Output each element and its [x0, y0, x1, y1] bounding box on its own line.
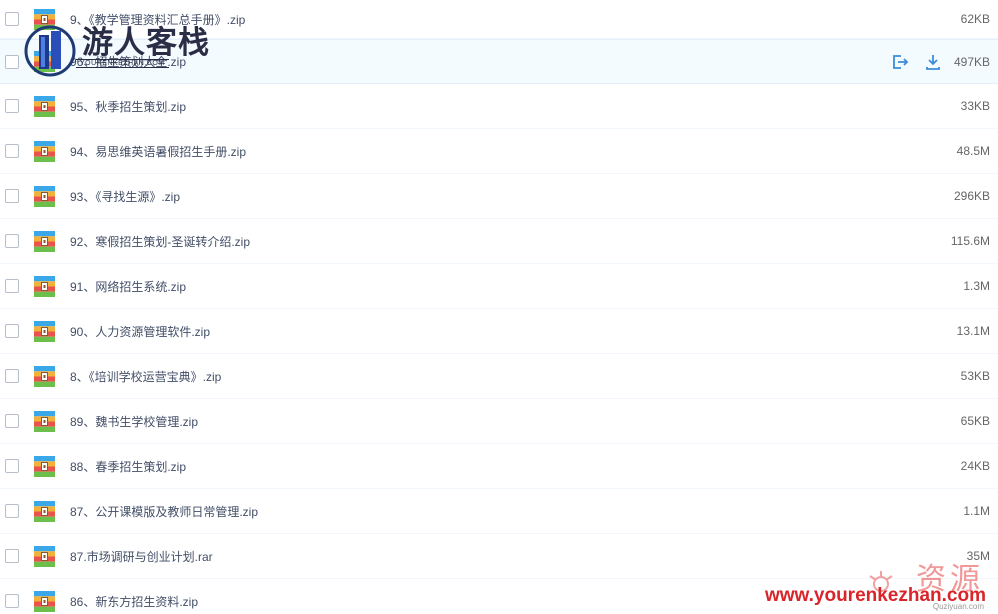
file-name[interactable]: 90、人力资源管理软件.zip — [70, 323, 210, 340]
row-checkbox[interactable] — [5, 54, 19, 69]
file-size: 13.1M — [956, 324, 990, 338]
zip-file-icon — [34, 410, 55, 432]
row-checkbox[interactable] — [5, 459, 19, 473]
file-row[interactable]: 8、《培训学校运营宝典》.zip 53KB — [0, 354, 998, 399]
file-row[interactable]: 92、寒假招生策划-圣诞转介绍.zip 115.6M — [0, 219, 998, 264]
file-name[interactable]: 95、秋季招生策划.zip — [70, 98, 186, 115]
file-size: 65KB — [960, 414, 990, 428]
file-row[interactable]: 94、易思维英语暑假招生手册.zip 48.5M — [0, 129, 998, 174]
file-row[interactable]: 91、网络招生系统.zip 1.3M — [0, 264, 998, 309]
file-size: 48.5M — [956, 144, 990, 158]
file-row[interactable]: 96、招生策划大全.zip 497KB — [0, 39, 998, 84]
file-size: 1.3M — [963, 279, 990, 293]
file-name[interactable]: 93、《寻找生源》.zip — [70, 188, 180, 205]
file-row[interactable]: 9、《教学管理资料汇总手册》.zip 62KB — [0, 0, 998, 39]
file-row[interactable]: 88、春季招生策划.zip 24KB — [0, 444, 998, 489]
file-name[interactable]: 96、招生策划大全.zip — [70, 53, 186, 70]
zip-file-icon — [34, 455, 55, 477]
file-name[interactable]: 92、寒假招生策划-圣诞转介绍.zip — [70, 233, 250, 250]
zip-file-icon — [34, 275, 55, 297]
row-checkbox[interactable] — [5, 234, 19, 248]
file-row[interactable]: 89、魏书生学校管理.zip 65KB — [0, 399, 998, 444]
zip-file-icon — [34, 95, 55, 117]
file-row[interactable]: 95、秋季招生策划.zip 33KB — [0, 84, 998, 129]
row-checkbox[interactable] — [5, 189, 19, 203]
row-checkbox[interactable] — [5, 144, 19, 158]
file-size: 115.6M — [950, 234, 990, 248]
file-row[interactable]: 87.市场调研与创业计划.rar 35M — [0, 534, 998, 579]
file-name[interactable]: 9、《教学管理资料汇总手册》.zip — [70, 11, 245, 28]
file-size: 24KB — [960, 459, 990, 473]
file-row[interactable]: 87、公开课模版及教师日常管理.zip 1.1M — [0, 489, 998, 534]
file-size: 35M — [966, 549, 990, 563]
file-size: 497KB — [953, 54, 990, 69]
file-list: 9、《教学管理资料汇总手册》.zip 62KB 96、招生策划大全.zip 497… — [0, 0, 998, 614]
file-size: 62KB — [960, 12, 990, 26]
file-name[interactable]: 8、《培训学校运营宝典》.zip — [70, 368, 221, 385]
row-checkbox[interactable] — [5, 504, 19, 518]
download-icon[interactable] — [923, 52, 943, 72]
row-checkbox[interactable] — [5, 279, 19, 293]
file-name[interactable]: 87.市场调研与创业计划.rar — [70, 548, 213, 565]
file-row[interactable]: 93、《寻找生源》.zip 296KB — [0, 174, 998, 219]
file-name[interactable]: 91、网络招生系统.zip — [70, 278, 186, 295]
row-checkbox[interactable] — [5, 99, 19, 113]
file-name[interactable]: 94、易思维英语暑假招生手册.zip — [70, 143, 246, 160]
row-checkbox[interactable] — [5, 12, 19, 26]
row-checkbox[interactable] — [5, 549, 19, 563]
row-actions — [890, 52, 943, 72]
zip-file-icon — [34, 8, 55, 30]
row-checkbox[interactable] — [5, 324, 19, 338]
row-checkbox[interactable] — [5, 594, 19, 608]
zip-file-icon — [34, 140, 55, 162]
share-out-icon[interactable] — [890, 52, 910, 72]
row-checkbox[interactable] — [5, 369, 19, 383]
zip-file-icon — [34, 500, 55, 522]
file-size: 296KB — [953, 189, 990, 203]
zip-file-icon — [34, 365, 55, 387]
zip-file-icon — [34, 230, 55, 252]
file-name[interactable]: 89、魏书生学校管理.zip — [70, 413, 198, 430]
file-name[interactable]: 88、春季招生策划.zip — [70, 458, 186, 475]
file-name[interactable]: 87、公开课模版及教师日常管理.zip — [70, 503, 258, 520]
file-size: 53KB — [960, 369, 990, 383]
file-name[interactable]: 86、新东方招生资料.zip — [70, 593, 198, 610]
zip-file-icon — [34, 590, 55, 612]
row-checkbox[interactable] — [5, 414, 19, 428]
file-size: 1.1M — [963, 504, 990, 518]
file-row[interactable]: 90、人力资源管理软件.zip 13.1M — [0, 309, 998, 354]
file-size: 33KB — [960, 99, 990, 113]
zip-file-icon — [34, 185, 55, 207]
zip-file-icon — [34, 51, 55, 72]
file-row[interactable]: 86、新东方招生资料.zip — [0, 579, 998, 614]
zip-file-icon — [34, 545, 55, 567]
zip-file-icon — [34, 320, 55, 342]
